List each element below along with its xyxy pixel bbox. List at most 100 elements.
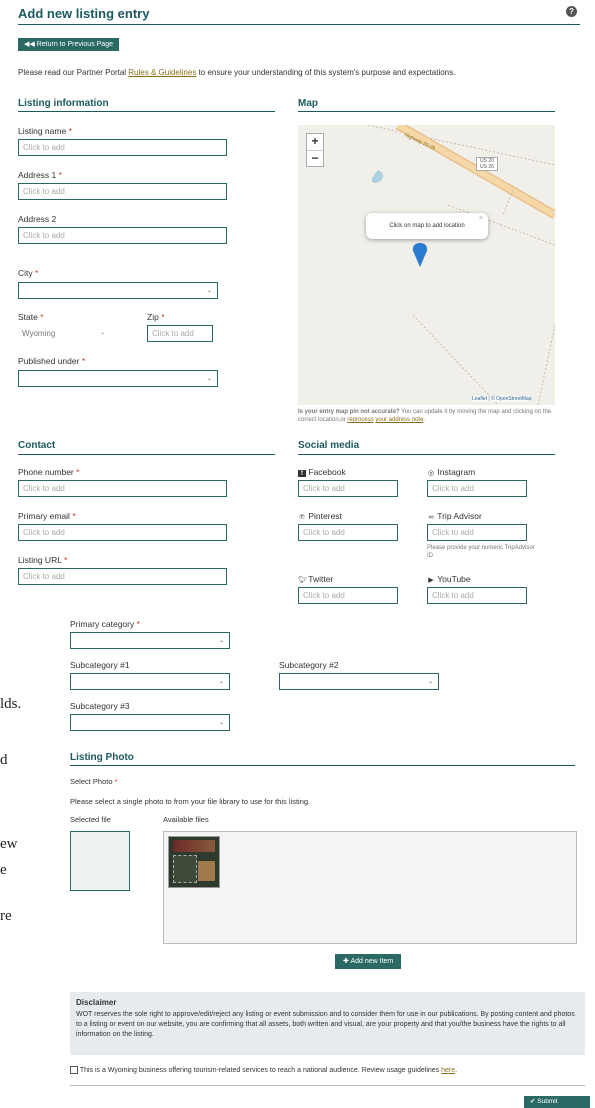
map-note-bold: Is your entry map pin not accurate? xyxy=(298,409,400,415)
address2-label: Address 2 xyxy=(18,214,57,224)
available-files-panel[interactable] xyxy=(163,831,577,944)
email-input[interactable]: Click to add xyxy=(18,524,227,541)
national-audience-checkbox[interactable] xyxy=(70,1066,78,1074)
youtube-label: ▶ YouTube xyxy=(427,574,471,584)
zoom-in-button[interactable]: + xyxy=(307,134,323,151)
background-text-fragment: lds. xyxy=(0,696,22,712)
location-map[interactable]: Highway 20-26 US 20 US 26 + − × Click on… xyxy=(298,125,555,405)
zip-label: Zip * xyxy=(147,312,165,322)
url-input[interactable]: Click to add xyxy=(18,568,227,585)
zoom-control: + − xyxy=(306,133,324,167)
instagram-input[interactable]: Click to add xyxy=(427,480,527,497)
required-marker: * xyxy=(58,170,62,180)
address1-input[interactable]: Click to add xyxy=(18,183,227,200)
title-divider xyxy=(18,24,580,25)
youtube-input[interactable]: Click to add xyxy=(427,587,527,604)
reprocess-link[interactable]: reprocess xyxy=(347,417,373,423)
contact-heading: Contact xyxy=(18,440,56,451)
disclaimer-title: Disclaimer xyxy=(76,998,117,1007)
twitter-input[interactable]: Click to add xyxy=(298,587,398,604)
subcategory-2-label: Subcategory #2 xyxy=(279,660,339,670)
listing-name-input[interactable]: Click to add xyxy=(18,139,227,156)
required-marker: * xyxy=(136,619,140,629)
pinterest-icon: ℗ xyxy=(299,514,305,521)
zip-label-text: Zip xyxy=(147,312,159,322)
add-new-item-label: Add new Item xyxy=(350,958,394,965)
subcategory-1-select[interactable]: ⌄ xyxy=(70,673,230,690)
required-marker: * xyxy=(114,777,118,786)
thumbnail-photo-shape xyxy=(198,861,215,881)
footer-divider xyxy=(70,1085,585,1086)
primary-category-label-text: Primary category xyxy=(70,619,135,629)
intro-text: Please read our Partner Portal Rules & G… xyxy=(18,68,455,77)
tripadvisor-input[interactable]: Click to add xyxy=(427,524,527,541)
pinterest-label: ℗ Pinterest xyxy=(298,511,342,521)
address2-input[interactable]: Click to add xyxy=(18,227,227,244)
national-audience-text: This is a Wyoming business offering tour… xyxy=(79,1066,442,1074)
required-marker: * xyxy=(68,126,72,136)
listing-info-divider xyxy=(18,111,275,112)
submit-button[interactable]: ✔ Submit xyxy=(524,1096,590,1108)
primary-category-select[interactable]: ⌄ xyxy=(70,632,230,649)
listing-info-heading: Listing information xyxy=(18,98,109,109)
phone-label: Phone number * xyxy=(18,467,79,477)
pinterest-input[interactable]: Click to add xyxy=(298,524,398,541)
map-tiles xyxy=(367,125,555,405)
return-button[interactable]: ◀◀ Return to Previous Page xyxy=(18,38,119,51)
required-marker: * xyxy=(64,555,68,565)
national-audience-row: This is a Wyoming business offering tour… xyxy=(70,1066,457,1074)
zoom-out-button[interactable]: − xyxy=(307,151,323,167)
return-button-label: Return to Previous Page xyxy=(36,41,113,48)
rules-link[interactable]: Rules & Guidelines xyxy=(128,68,196,77)
facebook-input[interactable]: Click to add xyxy=(298,480,398,497)
available-files-label: Available files xyxy=(163,815,209,824)
primary-category-label: Primary category * xyxy=(70,619,140,629)
facebook-icon: f xyxy=(298,470,306,477)
usage-guidelines-link[interactable]: here xyxy=(441,1067,455,1074)
subcategory-2-select[interactable]: ⌄ xyxy=(279,673,439,690)
pinterest-label-text: Pinterest xyxy=(308,511,342,521)
zip-input[interactable]: Click to add xyxy=(147,325,213,342)
published-under-label-text: Published under xyxy=(18,356,80,366)
instagram-icon: ◎ xyxy=(427,470,435,477)
popup-text: Click on map to add location xyxy=(389,223,465,229)
required-marker: * xyxy=(161,312,165,322)
help-icon[interactable]: ? xyxy=(566,6,577,17)
map-attribution[interactable]: Leaflet | © OpenStreetMap xyxy=(472,396,532,402)
state-value: Wyoming xyxy=(22,329,56,338)
required-marker: * xyxy=(35,268,39,278)
address-note-link[interactable]: your address note xyxy=(375,417,423,423)
background-text-fragment: re xyxy=(0,908,12,924)
background-text-fragment: ew xyxy=(0,836,18,852)
map-accuracy-note: Is your entry map pin not accurate? You … xyxy=(298,408,558,424)
phone-input[interactable]: Click to add xyxy=(18,480,227,497)
listing-name-label: Listing name * xyxy=(18,126,72,136)
tripadvisor-icon: ∞ xyxy=(428,514,434,521)
twitter-icon: 🐦︎ xyxy=(298,577,307,584)
youtube-label-text: YouTube xyxy=(437,574,471,584)
facebook-label-text: Facebook xyxy=(308,467,346,477)
state-select[interactable]: Wyoming ⌄ xyxy=(18,325,113,342)
chevron-down-icon: ⌄ xyxy=(218,638,224,644)
popup-close-button[interactable]: × xyxy=(479,215,483,222)
page-title: Add new listing entry xyxy=(18,6,150,21)
add-new-item-button[interactable]: ✚ Add new Item xyxy=(335,954,402,969)
required-marker: * xyxy=(40,312,44,322)
thumbnail-banner-shape xyxy=(173,840,215,852)
map-note-end: . xyxy=(423,417,426,423)
subcategory-3-select[interactable]: ⌄ xyxy=(70,714,230,731)
listing-name-label-text: Listing name xyxy=(18,126,67,136)
map-popup: × Click on map to add location xyxy=(366,213,488,239)
tripadvisor-label: ∞ Trip Advisor xyxy=(427,511,482,521)
highway-shield: US 20 US 26 xyxy=(476,157,498,171)
chevron-down-icon: ⌄ xyxy=(427,679,433,685)
thumbnail-text-shape xyxy=(173,855,197,883)
select-photo-label-text: Select Photo xyxy=(70,777,113,786)
required-marker: * xyxy=(81,356,86,366)
city-select[interactable]: ⌄ xyxy=(18,282,218,299)
selected-file-slot[interactable] xyxy=(70,831,130,891)
published-under-select[interactable]: ⌄ xyxy=(18,370,218,387)
disclaimer-box: Disclaimer WOT reserves the sole right t… xyxy=(70,992,585,1055)
file-thumbnail[interactable] xyxy=(168,836,220,888)
chevron-down-icon: ⌄ xyxy=(206,376,212,382)
